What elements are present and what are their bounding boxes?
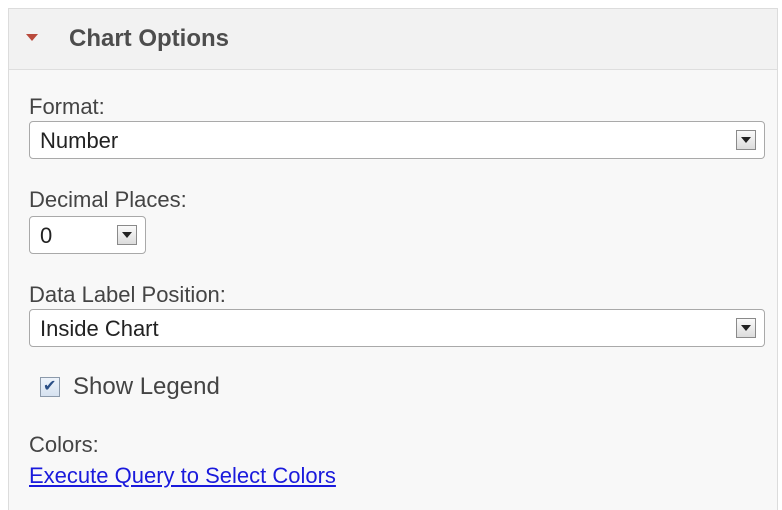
format-label: Format:	[29, 94, 105, 119]
decimal-places-select-value: 0	[40, 223, 53, 248]
data-label-position-label: Data Label Position:	[29, 282, 226, 307]
show-legend-label[interactable]: Show Legend	[73, 373, 220, 401]
collapse-triangle-icon[interactable]	[26, 34, 38, 41]
dropdown-arrow-icon[interactable]	[117, 225, 137, 245]
dropdown-arrow-icon[interactable]	[736, 318, 756, 338]
checkmark-icon: ✔	[43, 376, 57, 395]
format-select[interactable]: Number	[29, 121, 765, 159]
decimal-places-select[interactable]: 0	[29, 216, 146, 254]
colors-label: Colors:	[29, 432, 99, 457]
format-select-value: Number	[40, 128, 119, 153]
chart-options-panel: Chart Options	[8, 8, 778, 510]
decimal-places-label: Decimal Places:	[29, 187, 187, 212]
panel-title: Chart Options	[69, 25, 229, 52]
dropdown-arrow-icon[interactable]	[736, 130, 756, 150]
data-label-position-select-value: Inside Chart	[40, 316, 159, 341]
chart-options-header[interactable]: Chart Options	[9, 9, 777, 70]
show-legend-checkbox[interactable]: ✔	[40, 376, 60, 397]
data-label-position-select[interactable]: Inside Chart	[29, 309, 765, 347]
execute-query-link[interactable]: Execute Query to Select Colors	[29, 463, 336, 489]
